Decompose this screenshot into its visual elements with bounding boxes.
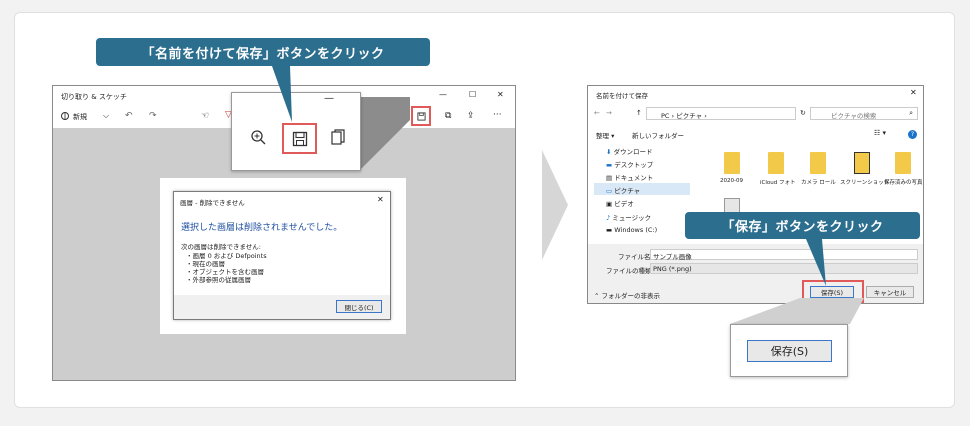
save-as-button-highlight[interactable] [411,106,431,126]
filetype-select[interactable]: PNG (*.png) [650,263,918,274]
copy-icon [328,127,348,147]
touch-write-icon[interactable]: ☜ [201,111,209,121]
error-dialog-title: 画層 - 削除できません [180,199,245,207]
search-box[interactable]: ピクチャの検索 ⌕ [810,107,918,120]
folder-label: 保存済みの写真 [884,180,923,186]
help-icon[interactable]: ? [908,130,917,139]
maximize-icon[interactable]: ☐ [469,90,476,99]
chevron-up-icon: ⌃ [594,292,600,300]
save-button-zoomed: 保存(S) [747,340,832,362]
zoom-icon[interactable]: ⊕ [395,111,403,121]
nav-item-documents[interactable]: ▤ ドキュメント [606,172,653,182]
nav-item-videos[interactable]: ▣ ビデオ [606,198,634,208]
folder-label: カメラ ロール [801,180,836,186]
more-icon[interactable]: ··· [493,110,502,120]
next-step-arrow [538,150,572,260]
folder-tile[interactable]: カメラ ロール [800,148,836,190]
refresh-icon[interactable]: ↻ [800,109,806,117]
folder-icon [810,152,826,174]
zoom-icon [248,127,268,147]
error-dialog: 画層 - 削除できません ✕ 選択した画層は削除されませんでした。 次の画層は削… [173,191,391,320]
close-button[interactable]: 閉じる(C) [336,300,382,313]
redo-icon[interactable]: ↷ [149,111,157,121]
search-icon: ⌕ [909,109,913,117]
nav-item-windows-c[interactable]: ▬ Windows (C:) [606,226,657,234]
folder-tile[interactable]: iCloud フォト [758,148,796,190]
zoom-toolbar-panel: — [231,92,361,171]
dialog-title: 名前を付けて保存 [596,92,648,100]
callout-save: 「保存」ボタンをクリック [685,212,920,239]
search-placeholder: ピクチャの検索 [831,112,877,120]
cancel-button[interactable]: キャンセル [866,286,914,298]
nav-item-music[interactable]: ♪ ミュージック [606,212,651,222]
hide-folders-toggle[interactable]: ⌃ フォルダーの非表示 [594,290,660,300]
up-icon[interactable]: ↑ [636,109,642,117]
view-icon[interactable]: ☷ ▾ [874,129,886,137]
copy-icon[interactable]: ⧉ [445,111,451,121]
folder-tile[interactable]: 2020-09 [714,148,750,190]
folder-tile[interactable]: 保存済みの写真 [884,148,923,190]
close-icon[interactable]: ✕ [377,195,384,204]
close-icon[interactable]: ✕ [497,90,504,99]
callout-save-as: 「名前を付けて保存」ボタンをクリック [96,38,430,66]
new-button-label[interactable]: 新規 [73,112,87,122]
nav-item-desktop[interactable]: ▬ デスクトップ [606,159,653,169]
app-title: 切り取り & スケッチ [61,93,127,101]
minimize-icon: — [324,93,334,104]
folder-label: スクリーンショット [840,180,890,186]
share-icon[interactable]: ⇪ [467,111,475,121]
save-button[interactable]: 保存(S) [810,286,854,298]
filetype-value: PNG (*.png) [653,265,692,273]
folder-icon [895,152,911,174]
nav-item-downloads[interactable]: ⬇ ダウンロード [606,146,653,156]
undo-icon[interactable]: ↶ [125,111,133,121]
save-as-button-zoomed [282,123,317,154]
save-icon [416,111,426,121]
breadcrumb: PC › ピクチャ › [661,112,707,120]
organize-button[interactable]: 整理 ▾ [596,130,614,140]
zoomed-save-panel: 保存(S) [730,324,848,377]
folder-label: iCloud フォト [760,180,796,186]
forward-icon[interactable]: → [606,109,612,117]
save-as-dialog: 名前を付けて保存 ✕ ← → ↑ PC › ピクチャ › ↻ ピクチャの検索 ⌕… [587,85,924,304]
new-folder-button[interactable]: 新しいフォルダー [632,130,684,140]
filename-input[interactable]: サンプル画像 [650,249,918,261]
address-bar[interactable]: PC › ピクチャ › [646,107,796,120]
error-item: ・外部参照の従属画層 [186,276,251,284]
error-heading: 選択した画層は削除されませんでした。 [181,223,343,233]
nav-item-pictures[interactable]: ▭ ピクチャ [594,183,690,195]
chevron-down-icon[interactable]: ⌵ [103,111,109,121]
folder-icon [854,152,870,174]
close-icon[interactable]: ✕ [910,88,917,97]
back-icon[interactable]: ← [594,109,600,117]
save-icon [292,131,307,146]
folder-label: 2020-09 [720,178,743,184]
folder-icon [724,152,740,174]
new-snip-icon[interactable] [59,110,71,122]
minimize-icon[interactable]: — [439,90,447,99]
filename-value: サンプル画像 [653,253,692,261]
folder-icon [768,152,784,174]
folder-tile[interactable]: スクリーンショット [840,148,889,190]
